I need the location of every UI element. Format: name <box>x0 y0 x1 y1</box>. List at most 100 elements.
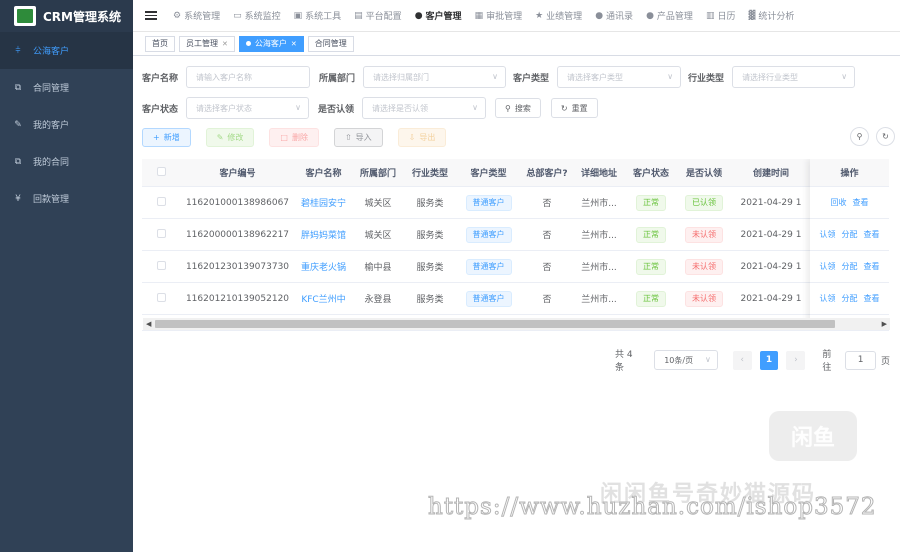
view-link[interactable]: 查看 <box>864 261 880 272</box>
claim-link[interactable]: 认领 <box>820 229 836 240</box>
department-select[interactable]: 请选择归属部门 ∨ <box>363 66 507 88</box>
sidebar-item-public-customers[interactable]: ⫩ 公海客户 <box>0 32 133 69</box>
close-icon[interactable]: ✕ <box>222 40 228 48</box>
view-link[interactable]: 查看 <box>864 293 880 304</box>
tag-public-customers[interactable]: 公海客户 ✕ <box>238 35 304 52</box>
cell-name-link[interactable]: 胖妈妈菜馆 <box>295 228 352 241</box>
tag-home[interactable]: 首页 <box>145 35 175 52</box>
recycle-link[interactable]: 回收 <box>831 197 847 208</box>
page-number-current[interactable]: 1 <box>759 350 779 370</box>
topnav-performance[interactable]: ★ 业绩管理 <box>535 9 582 23</box>
filter-form: 客户名称 请输入客户名称 所属部门 请选择归属部门 ∨ 客户类型 请选择客户类型 ∨… <box>142 66 892 128</box>
col-customer-name: 客户名称 <box>305 169 342 179</box>
plus-icon: + <box>153 132 160 142</box>
topnav-system[interactable]: ⚙ 系统管理 <box>173 9 220 23</box>
table-row[interactable]: 116200000138962217 胖妈妈菜馆 城关区 服务类 普通客户 否 … <box>142 219 889 251</box>
reset-button[interactable]: ↻ 重置 <box>550 98 598 118</box>
topnav-approval[interactable]: ▦ 审批管理 <box>474 9 523 23</box>
claimed-select[interactable]: 请选择是否认领 ∨ <box>362 97 487 119</box>
sidebar-item-my-contracts[interactable]: ⧉ 我的合同 <box>0 143 133 180</box>
scroll-left-icon[interactable]: ◀ <box>146 318 151 330</box>
type-badge: 普通客户 <box>465 290 512 307</box>
topnav-tools[interactable]: ▣ 系统工具 <box>294 9 342 23</box>
import-button[interactable]: ⇧ 导入 <box>333 127 383 147</box>
cell-address: 兰州市... <box>581 295 617 305</box>
sidebar-item-my-customers[interactable]: ✎ 我的客户 <box>0 106 133 143</box>
view-link[interactable]: 查看 <box>853 197 869 208</box>
cell-name-link[interactable]: 重庆老火锅 <box>295 260 352 273</box>
table-row[interactable]: 116201230139073730 重庆老火锅 榆中县 服务类 普通客户 否 … <box>142 251 889 283</box>
contact-icon: ● <box>595 10 604 21</box>
goto-page-input[interactable]: 1 <box>845 350 876 370</box>
table-row[interactable]: 116201210139052120 KFC兰州中 永登县 服务类 普通客户 否… <box>142 283 889 315</box>
brand[interactable]: CRM管理系统 <box>0 0 133 32</box>
topnav-monitor[interactable]: ▭ 系统监控 <box>233 9 281 23</box>
claim-link[interactable]: 认领 <box>820 293 836 304</box>
action-bar: + 新增 ✎ 修改 □ 删除 ⇧ 导入 ⇩ 导出 ⚲ ↻ <box>142 127 895 147</box>
export-button[interactable]: ⇩ 导出 <box>397 127 447 147</box>
horizontal-scrollbar[interactable]: ◀ ▶ <box>143 318 890 330</box>
topnav-products[interactable]: ● 产品管理 <box>646 9 693 23</box>
row-checkbox[interactable] <box>156 196 166 206</box>
claim-link[interactable]: 认领 <box>820 261 836 272</box>
add-button[interactable]: + 新增 <box>142 127 191 147</box>
customer-status-select[interactable]: 请选择客户状态 ∨ <box>186 97 310 119</box>
copy-icon: ⧉ <box>14 156 22 167</box>
chevron-down-icon: ∨ <box>472 103 479 112</box>
gear-icon: ⚙ <box>173 10 182 21</box>
search-button[interactable]: ⚲ 搜索 <box>495 98 541 118</box>
toggle-search-button[interactable]: ⚲ <box>850 127 869 146</box>
row-checkbox[interactable] <box>156 260 166 270</box>
topnav-customers[interactable]: ● 客户管理 <box>415 9 462 23</box>
next-page-button[interactable]: › <box>786 350 806 370</box>
refresh-button[interactable]: ↻ <box>876 127 895 146</box>
row-checkbox[interactable] <box>156 228 166 238</box>
prev-page-button[interactable]: ‹ <box>732 350 752 370</box>
assign-link[interactable]: 分配 <box>842 293 858 304</box>
topnav-contacts[interactable]: ● 通讯录 <box>595 9 633 23</box>
topnav-calendar[interactable]: ▥ 日历 <box>706 9 736 23</box>
sidebar-item-payments[interactable]: ¥ 回款管理 <box>0 180 133 217</box>
active-dot-icon <box>245 41 251 46</box>
view-link[interactable]: 查看 <box>864 229 880 240</box>
industry-type-select[interactable]: 请选择行业类型 ∨ <box>732 66 856 88</box>
scrollbar-thumb[interactable] <box>155 320 835 328</box>
sidebar-item-contracts[interactable]: ⧉ 合同管理 <box>0 69 133 106</box>
assign-link[interactable]: 分配 <box>842 229 858 240</box>
app-title: CRM管理系统 <box>43 9 121 24</box>
cell-id: 116201000138986067 <box>185 197 290 208</box>
hamburger-icon[interactable] <box>145 9 157 22</box>
topnav-label: 审批管理 <box>486 12 523 22</box>
topnav-platform[interactable]: ▤ 平台配置 <box>354 9 402 23</box>
tag-contracts[interactable]: 合同管理 <box>307 35 354 52</box>
col-operations: 操作 <box>810 159 889 187</box>
tag-staff[interactable]: 员工管理 ✕ <box>179 35 235 52</box>
customer-type-select[interactable]: 请选择客户类型 ∨ <box>557 66 682 88</box>
cell-name-link[interactable]: KFC兰州中 <box>295 292 352 305</box>
cell-name-link[interactable]: 碧桂园安宁 <box>295 196 352 209</box>
row-checkbox[interactable] <box>156 292 166 302</box>
edit-button[interactable]: ✎ 修改 <box>205 127 255 147</box>
page-size-select[interactable]: 10条/页 ∨ <box>654 350 718 370</box>
delete-button[interactable]: □ 删除 <box>269 127 319 147</box>
topnav-statistics[interactable]: ▓ 统计分析 <box>748 9 794 23</box>
assign-link[interactable]: 分配 <box>842 261 858 272</box>
select-all-checkbox[interactable] <box>156 166 166 176</box>
table-row[interactable]: 116201000138986067 碧桂园安宁 城关区 服务类 普通客户 否 … <box>142 187 889 219</box>
tags-view: 首页 员工管理 ✕ 公海客户 ✕ 合同管理 <box>133 32 900 56</box>
col-customer-id: 客户编号 <box>219 169 256 179</box>
cell-hq: 否 <box>542 199 552 209</box>
refresh-icon: ↻ <box>560 103 568 113</box>
status-badge: 正常 <box>636 226 666 243</box>
grid-icon: ▦ <box>474 10 484 21</box>
topnav-label: 系统监控 <box>244 12 281 22</box>
close-icon[interactable]: ✕ <box>291 40 297 48</box>
cell-created: 2021-04-29 1 <box>740 197 802 208</box>
scroll-right-icon[interactable]: ▶ <box>882 318 887 330</box>
col-claimed: 是否认领 <box>685 169 722 179</box>
chevron-down-icon: ∨ <box>667 72 674 81</box>
customer-name-input[interactable]: 请输入客户名称 <box>186 66 311 88</box>
cell-dept: 永登县 <box>364 295 392 305</box>
chevron-right-icon: › <box>794 355 798 365</box>
edit-icon: ✎ <box>14 119 22 130</box>
